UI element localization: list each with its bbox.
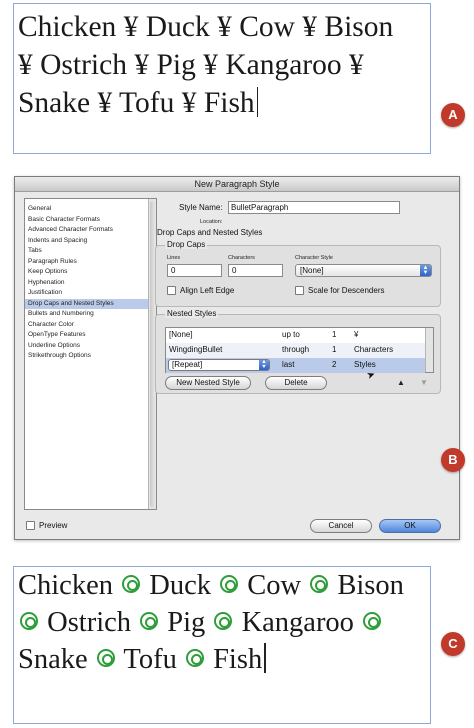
character-style-popup[interactable]: [None] ▲ ▼ — [295, 264, 432, 277]
drop-cap-lines-field[interactable]: 0 — [167, 264, 222, 277]
frame-c-text: Chicken Duck Cow Bison Ostrich Pig Kanga… — [18, 567, 430, 678]
word: Cow — [247, 570, 302, 601]
word: Tofu — [123, 644, 177, 675]
green-bullet-icon — [122, 575, 141, 593]
move-up-icon[interactable]: ▲ — [397, 378, 405, 387]
callout-marker-b: B — [441, 448, 465, 472]
drop-caps-group-label: Drop Caps — [165, 240, 208, 249]
cancel-button[interactable]: Cancel — [310, 519, 372, 533]
frame-a-text: Chicken ¥ Duck ¥ Cow ¥ Bison ¥ Ostrich ¥… — [18, 8, 430, 122]
row-style-popup[interactable]: [Repeat] ▲ ▼ — [168, 359, 270, 371]
section-title: Drop Caps and Nested Styles — [157, 228, 263, 237]
green-bullet-icon — [220, 575, 239, 593]
table-row[interactable]: [None] up to 1 ¥ — [166, 328, 425, 343]
new-paragraph-style-dialog: New Paragraph Style General Basic Charac… — [14, 176, 460, 540]
popup-arrows-icon: ▲ ▼ — [259, 359, 269, 370]
move-down-icon[interactable]: ▼ — [420, 378, 428, 387]
frame-a-line-3-text: Snake ¥ Tofu ¥ Fish — [18, 87, 255, 119]
word: Bison — [337, 570, 404, 601]
row-until: Characters — [354, 345, 394, 354]
frame-c-line-1: Chicken Duck Cow Bison — [18, 567, 430, 604]
category-item[interactable]: Character Color — [25, 320, 156, 331]
nested-styles-group-label: Nested Styles — [165, 309, 219, 318]
green-bullet-icon — [20, 612, 38, 630]
category-item[interactable]: Keep Options — [25, 267, 156, 278]
category-item[interactable]: Basic Character Formats — [25, 215, 156, 226]
green-bullet-icon — [214, 612, 233, 630]
category-item[interactable]: Advanced Character Formats — [25, 225, 156, 236]
callout-marker-a: A — [441, 103, 465, 127]
frame-a-line-2: ¥ Ostrich ¥ Pig ¥ Kangaroo ¥ — [18, 49, 364, 81]
category-item[interactable]: Justification — [25, 288, 156, 299]
green-bullet-icon — [363, 612, 382, 630]
category-item[interactable]: Paragraph Rules — [25, 257, 156, 268]
align-left-edge-checkbox[interactable] — [167, 286, 176, 295]
word: Pig — [167, 607, 206, 638]
dialog-title: New Paragraph Style — [15, 177, 459, 192]
preview-checkbox[interactable] — [26, 521, 35, 530]
callout-marker-c: C — [441, 632, 465, 656]
nested-table-scrollbar[interactable] — [425, 328, 433, 372]
new-nested-style-button[interactable]: New Nested Style — [165, 376, 251, 390]
row-mode: through — [282, 345, 310, 354]
preview-label: Preview — [39, 521, 68, 530]
category-item[interactable]: General — [25, 204, 156, 215]
category-item[interactable]: OpenType Features — [25, 330, 156, 341]
category-item[interactable]: Bullets and Numbering — [25, 309, 156, 320]
text-frame-a[interactable]: Chicken ¥ Duck ¥ Cow ¥ Bison ¥ Ostrich ¥… — [13, 3, 431, 154]
row-count: 2 — [332, 360, 337, 369]
green-bullet-icon — [96, 649, 115, 667]
green-bullet-icon — [310, 575, 329, 593]
category-item[interactable]: Hyphenation — [25, 278, 156, 289]
row-mode: up to — [282, 330, 300, 339]
location-label: Location: — [200, 219, 223, 225]
green-bullet-icon — [140, 612, 159, 630]
row-style: [Repeat] — [172, 360, 203, 369]
row-style: [None] — [169, 330, 193, 339]
scale-for-descenders-checkbox[interactable] — [295, 286, 304, 295]
category-item-selected[interactable]: Drop Caps and Nested Styles — [25, 298, 156, 309]
category-item[interactable]: Strikethrough Options — [25, 351, 156, 362]
scale-for-descenders-label: Scale for Descenders — [308, 286, 385, 295]
text-cursor — [264, 643, 266, 673]
text-cursor — [256, 87, 259, 117]
character-style-value: [None] — [300, 266, 324, 275]
word: Chicken — [18, 570, 113, 601]
category-item[interactable]: Indents and Spacing — [25, 236, 156, 247]
frame-a-line-3: Snake ¥ Tofu ¥ Fish — [18, 84, 430, 122]
category-item[interactable]: Tabs — [25, 246, 156, 257]
word: Snake — [18, 644, 88, 675]
word: Duck — [149, 570, 211, 601]
green-bullet-icon — [185, 649, 204, 667]
popup-arrows-icon: ▲ ▼ — [420, 265, 431, 276]
drop-cap-characters-field[interactable]: 0 — [228, 264, 283, 277]
delete-button[interactable]: Delete — [265, 376, 327, 390]
frame-c-line-2: Ostrich Pig Kangaroo — [18, 604, 430, 641]
align-left-edge-label: Align Left Edge — [180, 286, 235, 295]
word: Kangaroo — [241, 607, 354, 638]
row-count: 1 — [332, 330, 337, 339]
category-list[interactable]: General Basic Character Formats Advanced… — [24, 198, 157, 510]
nested-styles-table[interactable]: [None] up to 1 ¥ WingdingBullet through … — [165, 327, 434, 373]
category-item[interactable]: Underline Options — [25, 341, 156, 352]
row-count: 1 — [332, 345, 337, 354]
text-frame-c[interactable]: Chicken Duck Cow Bison Ostrich Pig Kanga… — [13, 566, 431, 724]
style-name-input[interactable]: BulletParagraph — [228, 201, 400, 214]
word: Ostrich — [47, 607, 132, 638]
ok-button[interactable]: OK — [379, 519, 441, 533]
characters-label: Characters — [228, 255, 255, 261]
table-row[interactable]: WingdingBullet through 1 Characters — [166, 343, 425, 358]
row-style: WingdingBullet — [169, 345, 223, 354]
row-mode: last — [282, 360, 295, 369]
frame-c-line-3: Snake Tofu Fish — [18, 641, 430, 678]
word: Fish — [213, 644, 263, 675]
character-style-label: Character Style — [295, 255, 333, 261]
table-row-selected[interactable]: [Repeat] ▲ ▼ last 2 Styles — [166, 358, 425, 373]
frame-a-line-1: Chicken ¥ Duck ¥ Cow ¥ Bison — [18, 11, 394, 43]
lines-label: Lines — [167, 255, 181, 261]
row-until: ¥ — [354, 330, 359, 339]
style-name-label: Style Name: — [179, 203, 223, 212]
